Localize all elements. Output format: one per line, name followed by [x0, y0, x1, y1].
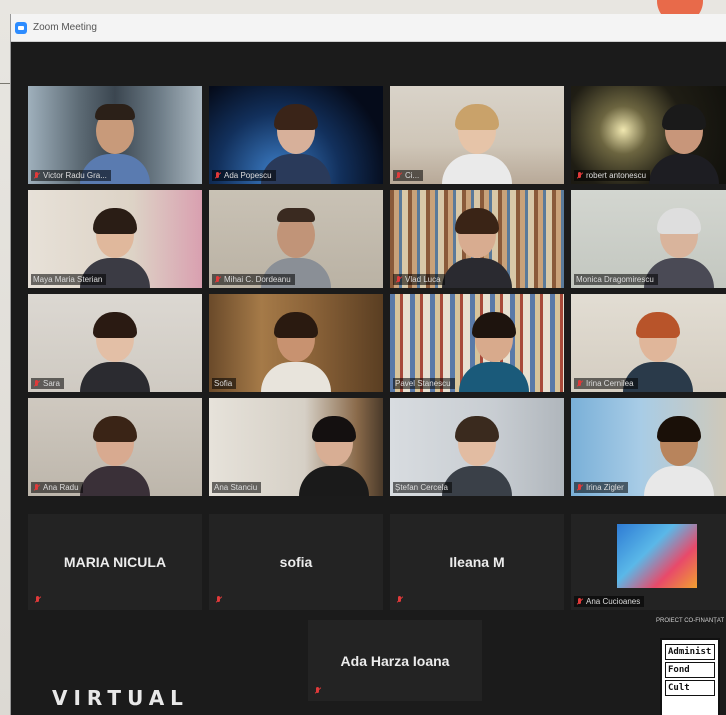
muted-mic-icon — [576, 171, 583, 180]
participant-tile[interactable]: Ci... — [390, 86, 564, 184]
participant-tile-active-speaker[interactable]: Sofia — [209, 294, 383, 392]
muted-mic-icon — [576, 597, 583, 606]
gallery-view: Victor Radu Gra... Ada Popescu Ci... rob… — [28, 86, 726, 701]
participant-tile[interactable]: Ada Popescu — [209, 86, 383, 184]
muted-mic-icon — [395, 275, 402, 284]
window-titlebar[interactable]: Zoom Meeting — [11, 14, 726, 42]
participant-tile[interactable]: Monica Dragomirescu — [571, 190, 726, 288]
participant-tile[interactable]: Mihai C. Dordeanu — [209, 190, 383, 288]
participant-name-tag: Vlad Luca — [393, 274, 445, 285]
participant-tile-no-video[interactable]: Ada Harza Ioana — [308, 620, 482, 701]
muted-mic-icon — [215, 596, 222, 604]
muted-mic-icon — [34, 596, 41, 604]
muted-mic-icon — [33, 483, 40, 492]
muted-mic-icon — [33, 171, 40, 180]
participant-name-tag: Sofia — [212, 378, 237, 389]
participant-tile[interactable]: Vlad Luca — [390, 190, 564, 288]
participant-name-tag: Ștefan Cercela — [393, 482, 452, 493]
participant-name-tag: Ana Cucioanes — [574, 596, 645, 607]
muted-mic-icon — [314, 687, 321, 695]
participant-name-tag: Victor Radu Gra... — [31, 170, 111, 181]
participant-name-tag: Maya Maria Sterian — [31, 274, 107, 285]
participant-name-tag: Ci... — [393, 170, 424, 181]
participant-name: Ileana M — [449, 554, 505, 570]
participant-name-tag: Ana Stanciu — [212, 482, 262, 493]
participant-tile-avatar[interactable]: Ana Cucioanes — [571, 514, 726, 610]
participant-tile[interactable]: Ana Stanciu — [209, 398, 383, 496]
window-title: Zoom Meeting — [33, 22, 97, 33]
muted-mic-icon — [576, 379, 583, 388]
muted-mic-icon — [396, 596, 403, 604]
sponsor-emblem: Administ Fond Cult — [660, 638, 720, 715]
muted-mic-icon — [33, 379, 40, 388]
participant-name-tag: Pavel Stanescu — [393, 378, 455, 389]
muted-mic-icon — [395, 171, 402, 180]
participant-avatar — [617, 524, 697, 588]
participant-tile[interactable]: Pavel Stanescu — [390, 294, 564, 392]
participant-tile[interactable]: Victor Radu Gra... — [28, 86, 202, 184]
participant-name-tag: Sara — [31, 378, 64, 389]
participant-tile-no-video[interactable]: sofia — [209, 514, 383, 610]
participant-name-tag: Ada Popescu — [212, 170, 276, 181]
sponsor-logo: PROIECT CO-FINANȚAT DE Administ Fond Cul… — [656, 618, 726, 715]
participant-tile[interactable]: robert antonescu — [571, 86, 726, 184]
participant-tile-no-video[interactable]: Ileana M — [390, 514, 564, 610]
muted-mic-icon — [576, 483, 583, 492]
participant-tile[interactable]: Ștefan Cercela — [390, 398, 564, 496]
participant-name: MARIA NICULA — [63, 554, 167, 570]
zoom-logo-icon — [15, 21, 27, 34]
sponsor-title: PROIECT CO-FINANȚAT DE — [656, 618, 726, 624]
participant-name: sofia — [279, 554, 313, 570]
participant-name-tag: Mihai C. Dordeanu — [212, 274, 295, 285]
participant-name-tag: Irina Zigler — [574, 482, 628, 493]
participant-name: Ada Harza Ioana — [340, 652, 450, 669]
participant-tile[interactable]: Maya Maria Sterian — [28, 190, 202, 288]
participant-tile-no-video[interactable]: MARIA NICULA — [28, 514, 202, 610]
participant-name-tag: Irina Cernilea — [574, 378, 638, 389]
participant-name-tag: robert antonescu — [574, 170, 651, 181]
participant-name-tag: Ana Radu — [31, 482, 83, 493]
muted-mic-icon — [214, 275, 221, 284]
muted-mic-icon — [214, 171, 221, 180]
participant-tile[interactable]: Irina Zigler — [571, 398, 726, 496]
participant-tile[interactable]: Irina Cernilea — [571, 294, 726, 392]
participant-name-tag: Monica Dragomirescu — [574, 274, 658, 285]
virtual-logo: VIRTUAL — [52, 686, 189, 710]
participant-tile[interactable]: Ana Radu — [28, 398, 202, 496]
participant-tile[interactable]: Sara — [28, 294, 202, 392]
